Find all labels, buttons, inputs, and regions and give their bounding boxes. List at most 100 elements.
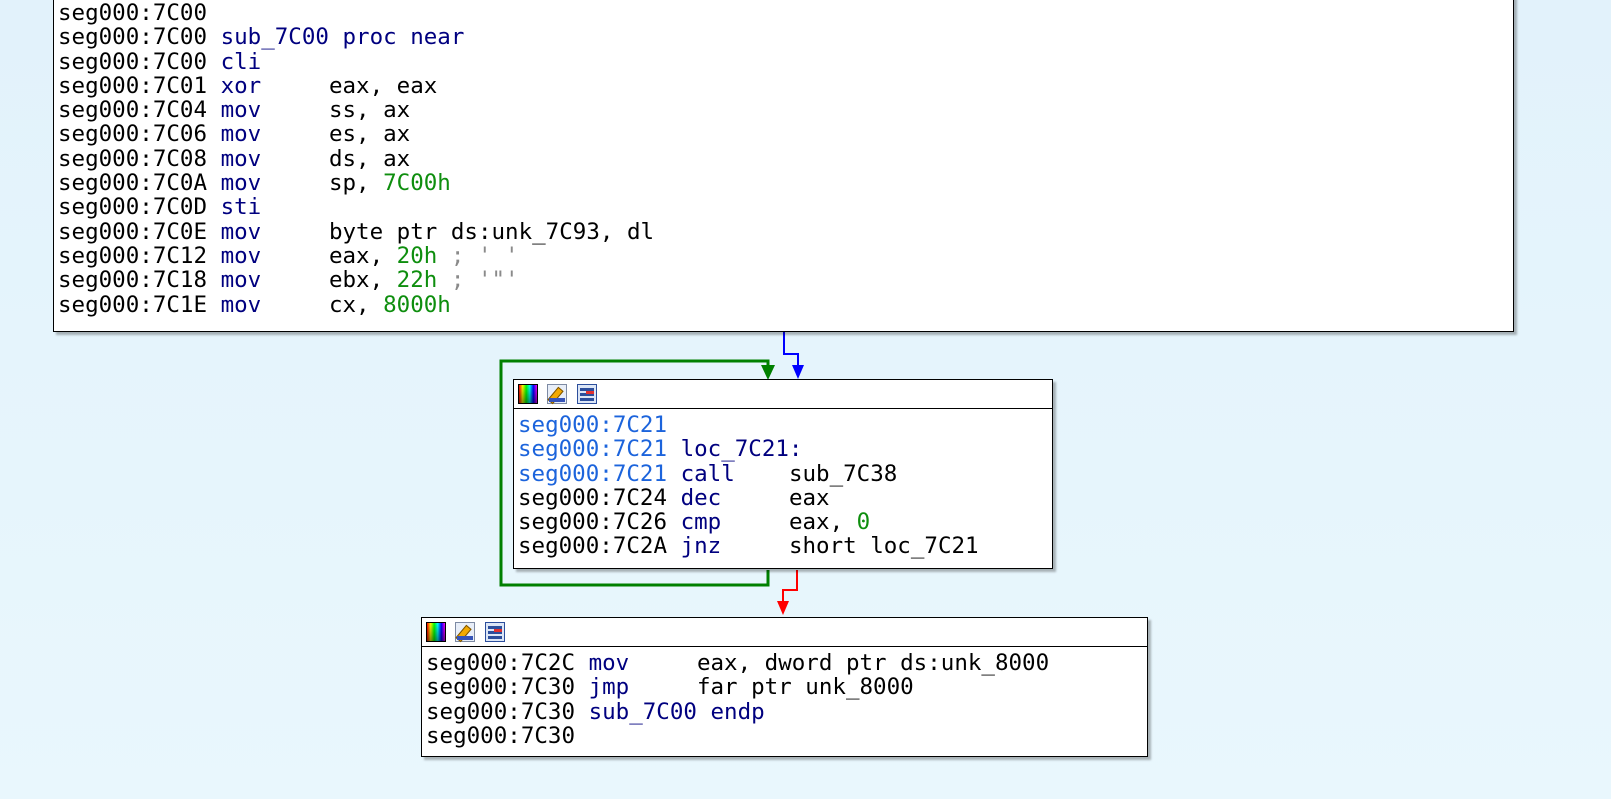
graph-view-icon[interactable] xyxy=(577,384,597,404)
code-line[interactable]: seg000:7C0E mov byte ptr ds:unk_7C93, dl xyxy=(58,220,654,244)
number-operand: 0 xyxy=(856,509,871,536)
operands: eax xyxy=(788,484,830,511)
line-address: seg000:7C30 xyxy=(426,674,576,701)
line-address: seg000:7C30 xyxy=(426,722,576,749)
code-line[interactable]: seg000:7C21 loc_7C21: xyxy=(518,437,979,461)
edit-icon[interactable] xyxy=(455,622,475,642)
code-line[interactable]: seg000:7C30 xyxy=(426,724,1049,748)
mnemonic: jnz xyxy=(680,533,789,560)
line-address: seg000:7C00 xyxy=(58,0,208,26)
edit-icon[interactable] xyxy=(547,384,567,404)
instruction-text: sub_7C00 proc near xyxy=(220,24,465,51)
color-palette-icon[interactable] xyxy=(518,384,538,404)
operands: es, ax xyxy=(328,121,411,148)
operands: eax, xyxy=(788,509,857,536)
line-address: seg000:7C0D xyxy=(58,194,208,221)
mnemonic: mov xyxy=(220,242,329,269)
code-line[interactable]: seg000:7C0A mov sp, 7C00h xyxy=(58,171,654,195)
operands: cx, xyxy=(328,291,384,318)
line-address: seg000:7C21 xyxy=(518,436,668,463)
code-line[interactable]: seg000:7C1E mov cx, 8000h xyxy=(58,291,654,318)
node-header xyxy=(422,618,1147,647)
line-address: seg000:7C26 xyxy=(518,509,668,536)
comment: ; '"' xyxy=(437,267,519,294)
line-address: seg000:7C04 xyxy=(58,97,208,124)
operands: eax, xyxy=(328,242,397,269)
code-line[interactable]: seg000:7C01 xor eax, eax xyxy=(58,74,654,98)
line-address: seg000:7C00 xyxy=(58,48,208,75)
mnemonic: cmp xyxy=(680,509,789,536)
code-line[interactable]: seg000:7C18 mov ebx, 22h ; '"' xyxy=(58,268,654,292)
code-line[interactable]: seg000:7C26 cmp eax, 0 xyxy=(518,510,979,534)
mnemonic: mov xyxy=(588,650,697,676)
code-lines: seg000:7C21 seg000:7C21 loc_7C21: seg000:… xyxy=(518,413,979,559)
code-lines: seg000:7C00 seg000:7C00 sub_7C00 proc ne… xyxy=(58,1,654,317)
operands: ds, ax xyxy=(328,145,411,172)
mnemonic: xor xyxy=(220,72,329,99)
line-address: seg000:7C1E xyxy=(58,291,208,318)
line-address: seg000:7C21 xyxy=(518,412,668,438)
operands: far ptr unk_8000 xyxy=(696,674,914,701)
code-line[interactable]: seg000:7C04 mov ss, ax xyxy=(58,98,654,122)
operands: ebx, xyxy=(328,267,397,294)
line-address: seg000:7C21 xyxy=(518,460,668,487)
code-line[interactable]: seg000:7C30 sub_7C00 endp xyxy=(426,698,1049,725)
line-address: seg000:7C01 xyxy=(58,72,208,99)
code-line[interactable]: seg000:7C30 jmp far ptr unk_8000 xyxy=(426,675,1049,699)
code-block-exit[interactable]: seg000:7C2C mov eax, dword ptr ds:unk_80… xyxy=(421,617,1148,757)
line-address: seg000:7C0E xyxy=(58,218,208,245)
line-address: seg000:7C18 xyxy=(58,267,208,294)
code-block-loop[interactable]: seg000:7C21 seg000:7C21 loc_7C21: seg000:… xyxy=(513,379,1053,569)
code-line[interactable]: seg000:7C2C mov eax, dword ptr ds:unk_80… xyxy=(426,651,1049,675)
code-line[interactable]: seg000:7C21 call sub_7C38 xyxy=(518,460,979,487)
mnemonic: mov xyxy=(220,267,329,294)
code-line[interactable]: seg000:7C12 mov eax, 20h ; ' ' xyxy=(58,244,654,268)
edge-loop-arrow xyxy=(761,365,775,380)
mnemonic: mov xyxy=(220,145,329,172)
operands: short loc_7C21 xyxy=(788,533,979,560)
code-line[interactable]: seg000:7C2A jnz short loc_7C21 xyxy=(518,534,979,558)
edge-false xyxy=(782,570,798,606)
line-address: seg000:7C2C xyxy=(426,650,576,676)
graph-view-icon[interactable] xyxy=(485,622,505,642)
code-line[interactable]: seg000:7C0D sti xyxy=(58,195,654,219)
code-line[interactable]: seg000:7C21 xyxy=(518,413,979,437)
number-operand: 8000h xyxy=(383,291,451,318)
code-line[interactable]: seg000:7C24 dec eax xyxy=(518,486,979,510)
code-line[interactable]: seg000:7C08 mov ds, ax xyxy=(58,147,654,171)
number-operand: 22h xyxy=(396,267,438,294)
mnemonic: call xyxy=(680,460,789,487)
operands: sub_7C38 xyxy=(788,460,898,487)
instruction-text: sti xyxy=(220,194,262,221)
mnemonic: mov xyxy=(220,121,329,148)
comment: ; ' ' xyxy=(437,242,519,269)
mnemonic: jmp xyxy=(588,674,697,701)
code-block-entry[interactable]: seg000:7C00 seg000:7C00 sub_7C00 proc ne… xyxy=(53,0,1514,332)
number-operand: 7C00h xyxy=(383,170,451,197)
line-address: seg000:7C00 xyxy=(58,24,208,51)
color-palette-icon[interactable] xyxy=(426,622,446,642)
mnemonic: dec xyxy=(680,484,789,511)
operands: byte ptr ds:unk_7C93, dl xyxy=(328,218,655,245)
code-lines: seg000:7C2C mov eax, dword ptr ds:unk_80… xyxy=(426,651,1049,748)
edge-normal-arrow xyxy=(792,365,804,379)
operands: eax, eax xyxy=(328,72,438,99)
instruction-text: loc_7C21: xyxy=(680,436,803,463)
mnemonic: mov xyxy=(220,170,329,197)
number-operand: 20h xyxy=(396,242,438,269)
operands: sp, xyxy=(328,170,384,197)
code-line[interactable]: seg000:7C06 mov es, ax xyxy=(58,122,654,146)
mnemonic: mov xyxy=(220,218,329,245)
instruction-text: cli xyxy=(220,48,262,75)
line-address: seg000:7C06 xyxy=(58,121,208,148)
instruction-text: sub_7C00 endp xyxy=(588,698,765,725)
code-line[interactable]: seg000:7C00 sub_7C00 proc near xyxy=(58,25,654,49)
line-address: seg000:7C08 xyxy=(58,145,208,172)
line-address: seg000:7C24 xyxy=(518,484,668,511)
line-address: seg000:7C2A xyxy=(518,533,668,560)
mnemonic: mov xyxy=(220,97,329,124)
line-address: seg000:7C12 xyxy=(58,242,208,269)
code-line[interactable]: seg000:7C00 xyxy=(58,1,654,25)
operands: eax, dword ptr ds:unk_8000 xyxy=(696,650,1050,676)
code-line[interactable]: seg000:7C00 cli xyxy=(58,48,654,75)
